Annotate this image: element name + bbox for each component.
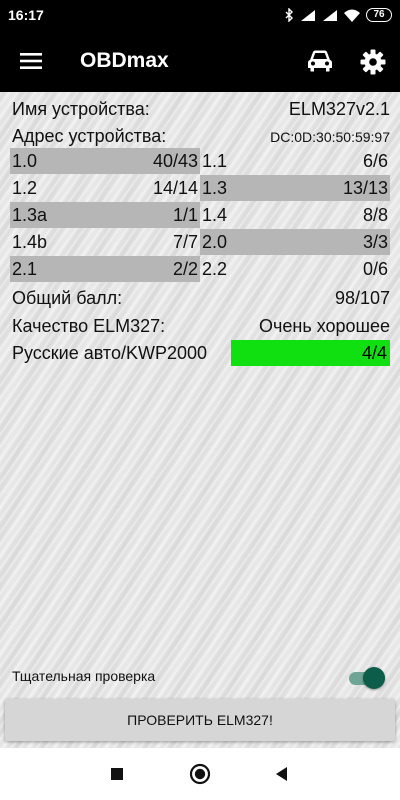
status-bar: 16:17 76 xyxy=(0,0,400,30)
test-cell: 1.4b 7/7 xyxy=(10,229,200,255)
test-cell: 2.1 2/2 xyxy=(10,256,200,282)
test-cell: 2.2 0/6 xyxy=(200,256,390,282)
test-score: 40/43 xyxy=(152,151,198,171)
test-id: 1.3 xyxy=(202,178,228,198)
device-address-row: Адрес устройства: DC:0D:30:50:59:97 xyxy=(10,123,390,149)
status-icons: 76 xyxy=(284,7,392,23)
quality-label: Качество ELM327: xyxy=(12,316,166,336)
test-cell: 1.0 40/43 xyxy=(10,148,200,174)
test-score: 13/13 xyxy=(342,178,388,198)
kwp-value: 4/4 xyxy=(361,343,387,363)
test-id: 2.1 xyxy=(12,259,38,279)
toggle-thumb xyxy=(363,667,385,689)
test-cell: 1.1 6/6 xyxy=(200,148,390,174)
test-score: 8/8 xyxy=(362,205,388,225)
battery-icon: 76 xyxy=(366,8,392,22)
test-cell: 1.2 14/14 xyxy=(10,175,200,201)
quality-row: Качество ELM327: Очень хорошее xyxy=(10,313,390,339)
bluetooth-icon xyxy=(285,8,293,22)
signal-icon xyxy=(301,9,315,21)
wifi-icon xyxy=(344,9,360,22)
kwp-value-cell: 4/4 xyxy=(231,340,390,366)
device-address-label: Адрес устройства: xyxy=(12,126,167,146)
app-bar: OBDmax xyxy=(0,30,400,92)
recent-apps-icon[interactable] xyxy=(105,762,129,786)
check-elm327-button[interactable]: ПРОВЕРИТЬ ELM327! xyxy=(5,699,395,741)
device-name-value: ELM327v2.1 xyxy=(288,99,390,119)
test-id: 1.1 xyxy=(202,151,228,171)
test-score: 2/2 xyxy=(172,259,198,279)
content-area: Имя устройства: ELM327v2.1 Адрес устройс… xyxy=(0,92,400,748)
thorough-check-toggle[interactable] xyxy=(349,666,385,690)
test-cell: 2.0 3/3 xyxy=(200,229,390,255)
thorough-check-label: Тщательная проверка xyxy=(12,668,156,684)
test-score: 3/3 xyxy=(362,232,388,252)
menu-icon[interactable] xyxy=(14,49,48,73)
test-id: 1.0 xyxy=(12,151,38,171)
gear-icon[interactable] xyxy=(359,48,387,76)
total-score-value: 98/107 xyxy=(334,288,390,308)
kwp-label: Русские авто/KWP2000 xyxy=(12,343,208,363)
home-icon[interactable] xyxy=(188,762,212,786)
device-name-row: Имя устройства: ELM327v2.1 xyxy=(10,96,390,122)
test-id: 1.3a xyxy=(12,205,48,225)
test-cell: 1.4 8/8 xyxy=(200,202,390,228)
total-score-row: Общий балл: 98/107 xyxy=(10,285,390,311)
navigation-bar xyxy=(0,748,400,800)
device-address-value: DC:0D:30:50:59:97 xyxy=(270,129,390,145)
signal-icon xyxy=(323,9,337,21)
test-score: 1/1 xyxy=(172,205,198,225)
car-icon[interactable] xyxy=(305,48,335,74)
test-id: 2.2 xyxy=(202,259,228,279)
test-id: 1.4b xyxy=(12,232,48,252)
test-id: 1.4 xyxy=(202,205,228,225)
test-id: 2.0 xyxy=(202,232,228,252)
test-score: 6/6 xyxy=(362,151,388,171)
status-time: 16:17 xyxy=(8,7,44,23)
device-name-label: Имя устройства: xyxy=(12,99,150,119)
app-title: OBDmax xyxy=(80,49,169,72)
test-score: 0/6 xyxy=(362,259,388,279)
test-cell: 1.3 13/13 xyxy=(200,175,390,201)
test-score: 14/14 xyxy=(152,178,198,198)
test-cell: 1.3a 1/1 xyxy=(10,202,200,228)
test-score: 7/7 xyxy=(172,232,198,252)
quality-value: Очень хорошее xyxy=(258,316,390,336)
test-id: 1.2 xyxy=(12,178,38,198)
total-score-label: Общий балл: xyxy=(12,288,123,308)
back-icon[interactable] xyxy=(270,762,294,786)
